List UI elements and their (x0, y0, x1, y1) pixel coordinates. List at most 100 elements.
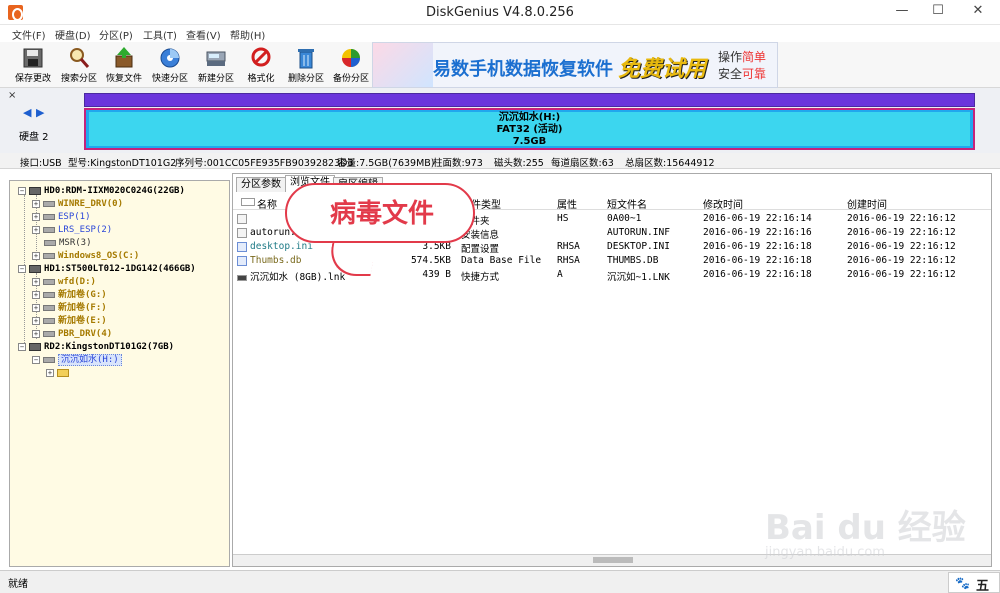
shortcut-drive-icon (237, 274, 247, 281)
tree-partition[interactable]: + ESP(1) (32, 211, 91, 224)
partition-block[interactable]: 沉沉如水(H:) FAT32 (活动) 7.5GB (84, 108, 975, 150)
quick-partition-icon (160, 48, 180, 68)
info-capacity: 容量:7.5GB(7639MB) (337, 158, 435, 169)
tree-partition[interactable]: + 新加卷(E:) (32, 315, 107, 328)
info-interface: 接口:USB (20, 158, 62, 169)
search-icon (70, 48, 90, 68)
banner-ad-text: 易数手机数据恢复软件 (433, 59, 613, 80)
menu-disk[interactable]: 硬盘(D) (55, 27, 91, 42)
tree-disk-rd2[interactable]: − RD2:KingstonDT101G2(7GB) (18, 341, 174, 354)
partition-block-fs: FAT32 (活动) (496, 124, 563, 135)
disk-info-bar: 接口:USB 型号:KingstonDT101G2 序列号:001CC05FE9… (0, 153, 1000, 169)
ime-paw-icon: 🐾 (955, 576, 970, 590)
disk-overview-strip[interactable] (84, 93, 975, 107)
ime-mode-text: 五 (976, 579, 990, 593)
tree-disk-hd0[interactable]: − HD0:RDM-IIXM020C024G(22GB) (18, 185, 185, 198)
tree-disk-hd1[interactable]: − HD1:ST500LT012-1DG142(466GB) (18, 263, 196, 276)
info-cylinders: 柱面数:973 (433, 158, 483, 169)
info-total-sectors: 总扇区数:15644912 (625, 158, 715, 169)
tree-partition-selected[interactable]: − 沉沉如水(H:) (32, 354, 122, 367)
info-serial: 序列号:001CC05FE935FB90392823D3 (175, 158, 354, 169)
menu-partition[interactable]: 分区(P) (99, 27, 133, 42)
banner-magician-graphic (373, 43, 433, 87)
partition-icon (43, 200, 55, 207)
close-button[interactable]: ✕ (956, 0, 1000, 22)
maximize-button[interactable]: ☐ (921, 0, 955, 22)
tree-partition[interactable]: + LRS_ESP(2) (32, 224, 112, 237)
prev-disk-button[interactable]: ◀ (23, 106, 31, 119)
partition-block-size: 7.5GB (512, 136, 547, 147)
settings-file-icon (237, 227, 247, 238)
menu-help[interactable]: 帮助(H) (230, 27, 265, 42)
tree-partition[interactable]: + wfd(D:) (32, 276, 96, 289)
menu-bar: 文件(F) 硬盘(D) 分区(P) 工具(T) 查看(V) 帮助(H) (0, 25, 1000, 42)
partition-icon (43, 356, 55, 363)
col-short-name[interactable]: 短文件名 (607, 196, 647, 211)
hard-disk-icon (29, 186, 41, 195)
baidu-watermark: Bai du 经验 jingyan.baidu.com (765, 500, 995, 560)
disk-map-close-button[interactable]: × (8, 90, 16, 101)
restore-icon (115, 47, 133, 68)
search-partition-button[interactable]: 搜索分区 (56, 44, 102, 86)
tree-partition[interactable]: + PBR_DRV(4) (32, 328, 112, 341)
tree-partition[interactable]: + 新加卷(G:) (32, 289, 107, 302)
quick-partition-button[interactable]: 快速分区 (147, 44, 193, 86)
tree-partition[interactable]: MSR(3) (44, 237, 92, 250)
partition-icon (43, 252, 55, 259)
col-attr[interactable]: 属性 (557, 196, 577, 211)
status-text: 就绪 (8, 579, 28, 590)
partition-icon (43, 317, 55, 324)
disk-map-area: × ◀ ▶ 硬盘 2 沉沉如水(H:) FAT32 (活动) 7.5GB (0, 88, 1000, 153)
menu-file[interactable]: 文件(F) (12, 27, 46, 42)
window-title: DiskGenius V4.8.0.256 (426, 5, 574, 20)
backup-icon (342, 49, 360, 67)
menu-view[interactable]: 查看(V) (186, 27, 221, 42)
new-partition-icon (206, 51, 226, 66)
tree-partition[interactable]: + 新加卷(F:) (32, 302, 107, 315)
annotation-callout: 病毒文件 (285, 183, 475, 243)
partition-icon (43, 291, 55, 298)
banner-free-trial: 免费试用 (618, 57, 707, 82)
col-modified[interactable]: 修改时间 (703, 196, 743, 211)
disk-tree-panel[interactable]: − HD0:RDM-IIXM020C024G(22GB) + WINRE_DRV(0… (9, 180, 230, 567)
folder-icon (57, 368, 69, 377)
tree-partition[interactable]: + Windows8_OS(C:) (32, 250, 139, 263)
next-disk-button[interactable]: ▶ (36, 106, 44, 119)
delete-icon (298, 49, 314, 69)
col-name[interactable]: 名称 (257, 196, 277, 211)
info-heads: 磁头数:255 (494, 158, 544, 169)
tree-partition[interactable]: + WINRE_DRV(0) (32, 198, 123, 211)
partition-icon (43, 226, 55, 233)
save-icon (23, 48, 43, 68)
banner-slogan-2: 安全可靠 (718, 67, 767, 81)
restore-files-button[interactable]: 恢复文件 (101, 44, 147, 86)
format-icon (251, 47, 271, 67)
col-created[interactable]: 创建时间 (847, 196, 887, 211)
watermark-sub-text: jingyan.baidu.com (765, 545, 885, 560)
ime-indicator[interactable]: 🐾 五 (948, 572, 1000, 593)
hard-disk-icon (29, 264, 41, 273)
partition-icon (44, 239, 56, 246)
partition-icon (43, 304, 55, 311)
disk-label: 硬盘 2 (19, 132, 49, 143)
info-model: 型号:KingstonDT101G2 (68, 158, 177, 169)
new-partition-button[interactable]: 新建分区 (193, 44, 239, 86)
save-changes-button[interactable]: 保存更改 (10, 44, 56, 86)
partition-icon (43, 330, 55, 337)
usb-disk-icon (29, 342, 41, 351)
partition-icon (43, 213, 55, 220)
partition-icon (43, 278, 55, 285)
format-button[interactable]: 格式化 (238, 44, 284, 86)
minimize-button[interactable]: — (885, 0, 919, 22)
delete-partition-button[interactable]: 删除分区 (283, 44, 329, 86)
ad-banner[interactable]: 易数手机数据恢复软件 免费试用 操作简单 安全可靠 (372, 42, 778, 88)
tree-folder[interactable]: + (46, 367, 69, 380)
info-sectors-per-track: 每道扇区数:63 (551, 158, 614, 169)
menu-tools[interactable]: 工具(T) (143, 27, 177, 42)
backup-partition-button[interactable]: 备份分区 (328, 44, 374, 86)
scrollbar-thumb[interactable] (593, 557, 633, 563)
tab-partition-params[interactable]: 分区参数 (236, 177, 286, 192)
folder-icon (237, 213, 247, 224)
database-file-icon (237, 255, 247, 266)
select-all-checkbox[interactable] (241, 198, 255, 206)
